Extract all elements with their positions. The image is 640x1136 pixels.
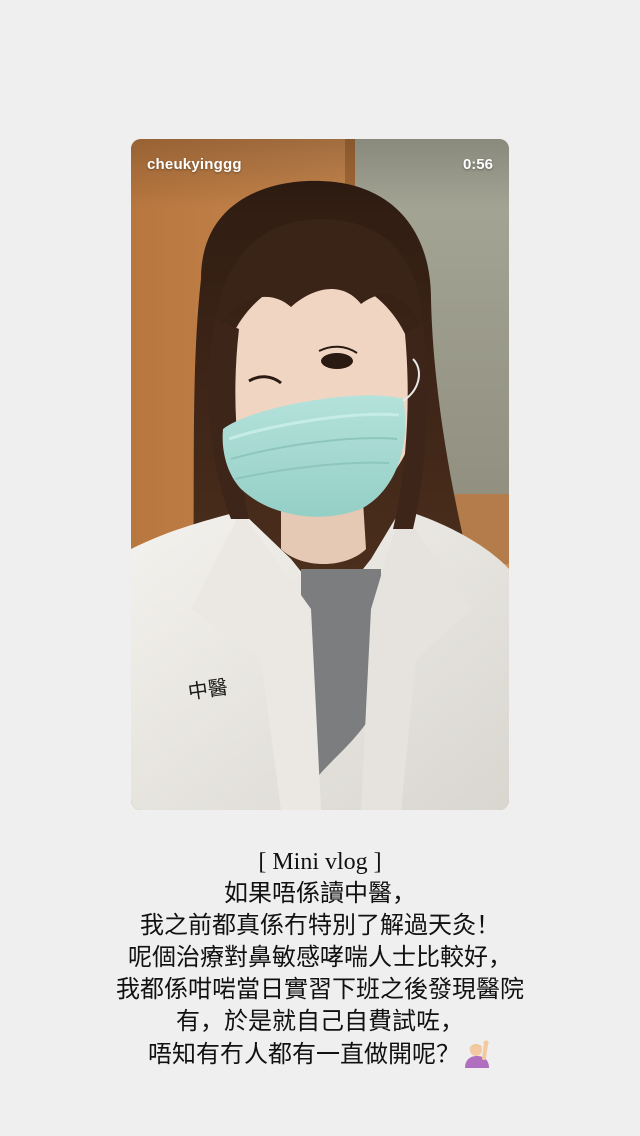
caption-line-last: 唔知有冇人都有一直做開呢？ bbox=[40, 1038, 600, 1071]
caption-line-text: 唔知有冇人都有一直做開呢？ bbox=[148, 1042, 460, 1068]
caption-line: 呢個治療對鼻敏感哮喘人士比較好， bbox=[128, 945, 512, 971]
video-player[interactable]: 中醫 cheukyinggg 0:56 bbox=[131, 139, 509, 810]
caption-line: 如果唔係讀中醫， bbox=[224, 881, 416, 907]
caption-line: 我都係咁啱當日實習下班之後發現醫院 bbox=[116, 977, 524, 1003]
story-page: 中醫 cheukyinggg 0:56 [ Mini vlog] 如果唔係讀中… bbox=[0, 0, 640, 1136]
caption-line: [ Mini vlog ] bbox=[258, 849, 382, 875]
caption-line: 我之前都真係冇特別了解過天灸！ bbox=[140, 913, 500, 939]
story-caption: [ Mini vlog ] 如果唔係讀中醫， 我之前都真係冇特別了解過天灸！ 呢… bbox=[40, 846, 600, 1071]
video-duration: 0:56 bbox=[462, 156, 493, 173]
video-frame: 中醫 bbox=[131, 139, 509, 810]
video-username[interactable]: cheukyinggg bbox=[147, 156, 242, 173]
person-raising-hand-icon bbox=[465, 1040, 489, 1068]
caption-line: 有，於是就自己自費試咗， bbox=[176, 1009, 464, 1035]
